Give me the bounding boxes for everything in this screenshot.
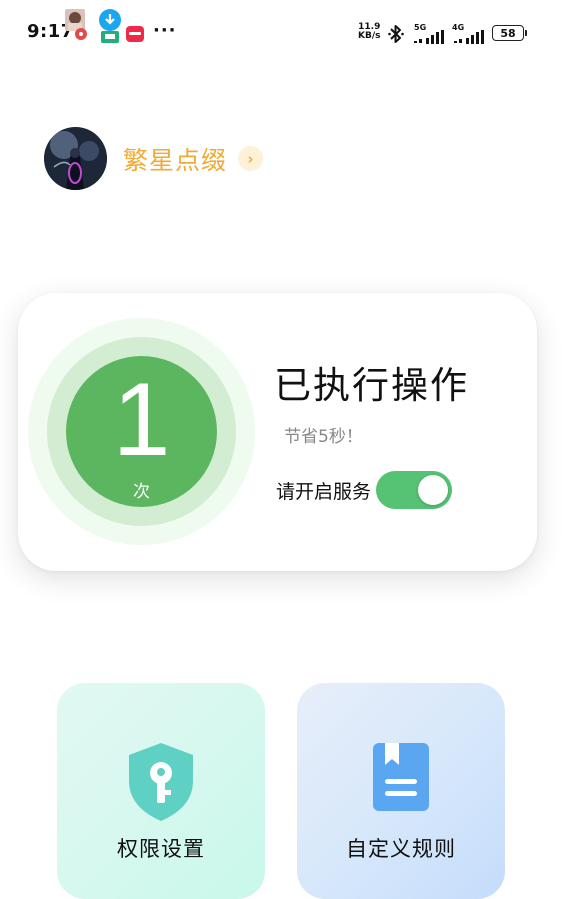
stats-title: 已执行操作 xyxy=(274,364,469,407)
app-screen: 9:17 ··· 11.9 KB/s 5G 4G 58 繁星点缀 › 1 次 已… xyxy=(0,0,562,899)
chevron-right-icon[interactable]: › xyxy=(238,146,264,171)
notification-app-icon xyxy=(126,26,144,42)
executed-count-unit: 次 xyxy=(133,482,150,502)
service-toggle-label: 请开启服务 xyxy=(276,481,372,503)
network-speed-unit: KB/s xyxy=(358,31,381,41)
bluetooth-icon xyxy=(388,25,404,43)
notification-photo-icon xyxy=(65,9,87,40)
signal-5g-icon xyxy=(414,30,444,44)
shield-key-icon xyxy=(129,743,193,821)
signal-4g-icon xyxy=(454,30,484,44)
service-toggle-knob xyxy=(418,475,448,505)
permission-settings-card[interactable]: 权限设置 xyxy=(57,683,265,899)
count-badge: 1 次 xyxy=(66,356,217,507)
profile-entry[interactable]: 繁星点缀 › xyxy=(44,127,264,190)
battery-level: 58 xyxy=(500,26,516,40)
bookmark-book-icon xyxy=(373,743,429,811)
avatar[interactable] xyxy=(44,127,107,190)
stats-subtitle: 节省5秒！ xyxy=(284,427,363,447)
executed-count: 1 xyxy=(112,362,171,478)
notification-download-icon xyxy=(99,9,121,43)
permission-settings-label: 权限设置 xyxy=(117,837,205,861)
custom-rules-card[interactable]: 自定义规则 xyxy=(297,683,505,899)
network-speed: 11.9 KB/s xyxy=(358,23,380,41)
rules-icon-wrap xyxy=(297,741,505,813)
service-toggle[interactable] xyxy=(376,471,452,509)
avatar-image xyxy=(44,127,107,190)
status-bar: 9:17 ··· 11.9 KB/s 5G 4G 58 xyxy=(0,0,562,64)
stats-card: 1 次 已执行操作 节省5秒！ 请开启服务 xyxy=(18,293,537,571)
permission-icon-wrap xyxy=(57,741,265,823)
custom-rules-label: 自定义规则 xyxy=(346,837,456,861)
username[interactable]: 繁星点缀 xyxy=(123,141,227,177)
battery-icon: 58 xyxy=(492,25,527,41)
status-more-icon: ··· xyxy=(153,20,177,41)
